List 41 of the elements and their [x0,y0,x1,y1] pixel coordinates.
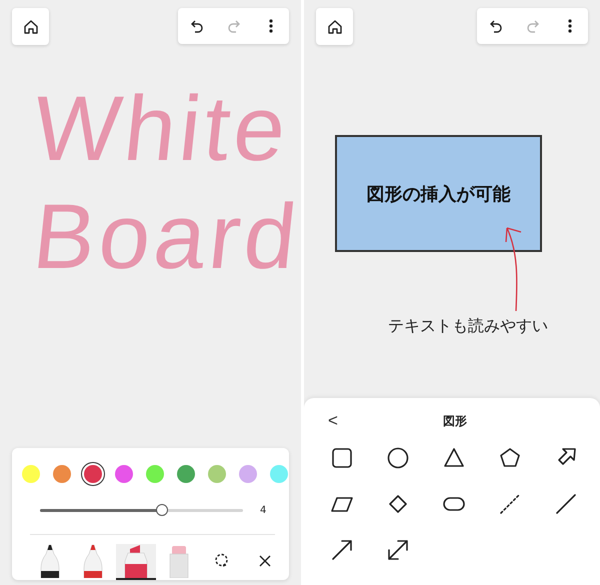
home-icon [22,18,38,34]
lasso-icon [214,553,230,569]
color-swatch[interactable] [270,465,288,483]
color-swatch[interactable] [177,465,195,483]
redo-icon [526,19,540,33]
color-swatch[interactable] [22,465,40,483]
diamond-icon [387,493,409,515]
shape-label: 図形の挿入が可能 [366,182,510,206]
annotation-text: テキストも読みやすい [388,316,548,337]
close-icon [259,555,271,567]
color-swatch[interactable] [115,465,133,483]
redo-icon [226,19,240,33]
color-swatch[interactable] [208,465,226,483]
slider-thumb[interactable] [156,504,168,516]
color-swatch[interactable] [84,465,102,483]
square-icon [331,447,353,469]
double-arrow-icon [387,539,409,561]
handwritten-text: Board [28,185,301,290]
color-swatch[interactable] [53,465,71,483]
dashed-line-icon [499,493,521,515]
width-value: 4 [260,504,266,516]
pentagon-icon [499,447,521,469]
back-button[interactable]: < [326,411,340,431]
triangle-icon [443,447,465,469]
more-icon [568,19,572,33]
home-button[interactable] [316,8,353,45]
arrow-icon [331,539,353,561]
undo-icon [488,19,502,33]
handwritten-text: White [28,77,296,182]
more-icon [268,19,272,33]
home-icon [326,18,342,34]
eraser-icon [169,544,189,578]
sheet-title: 図形 [443,412,467,430]
line-icon [555,493,577,515]
home-button[interactable] [12,8,49,45]
color-swatch[interactable] [146,465,164,483]
circle-icon [387,447,409,469]
undo-icon [190,19,204,33]
rectangle-shape[interactable]: 図形の挿入が可能 [335,135,542,252]
marker-tool[interactable] [116,544,156,580]
color-swatch[interactable] [239,465,257,483]
